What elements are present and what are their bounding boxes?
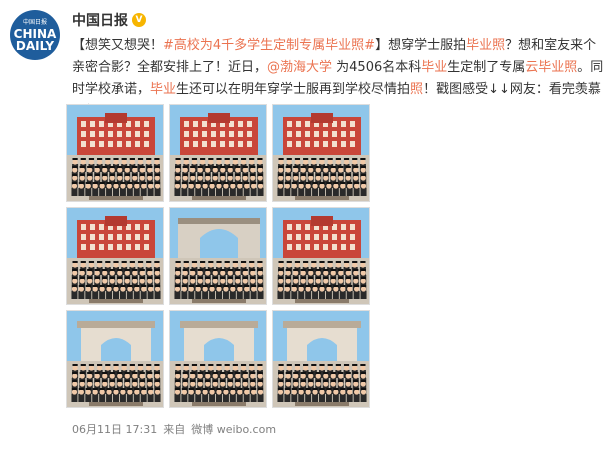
graduation-photo-3[interactable] [272, 104, 370, 202]
photo-illustration [170, 208, 266, 304]
photo-illustration [170, 311, 266, 407]
photo-illustration [273, 311, 369, 407]
graduation-photo-2[interactable] [169, 104, 267, 202]
graduation-photo-5[interactable] [169, 207, 267, 305]
graduation-photo-6[interactable] [272, 207, 370, 305]
keyword-highlight: 毕业照 [466, 38, 506, 53]
graduation-photo-9[interactable] [272, 310, 370, 408]
text-seg: 生还可以在明年穿学士服再到学校尽情拍 [176, 82, 411, 97]
keyword-highlight: 云毕业照 [525, 60, 578, 75]
avatar-logo-daily: DAILY [15, 38, 55, 53]
avatar-logo-china: CHINA [13, 26, 57, 41]
account-name[interactable]: 中国日报 [72, 10, 128, 30]
graduation-photo-7[interactable] [66, 310, 164, 408]
keyword-highlight: 毕业 [150, 82, 177, 97]
graduation-photo-1[interactable] [66, 104, 164, 202]
photo-illustration [67, 105, 163, 201]
mention-link[interactable]: @渤海大学 [267, 60, 332, 75]
china-daily-avatar[interactable]: 中国日报 CHINA DAILY [10, 10, 60, 60]
keyword-highlight: 照 [410, 82, 424, 97]
photo-illustration [170, 105, 266, 201]
text-seg: 生定制了专属 [447, 60, 526, 75]
text-seg: 】想穿学士服拍 [375, 38, 467, 53]
photo-grid [66, 104, 370, 408]
graduation-photo-8[interactable] [169, 310, 267, 408]
keyword-highlight: 毕业 [421, 60, 448, 75]
hashtag-link[interactable]: #高校为4千多学生定制专属毕业照# [163, 38, 375, 53]
post-header: 中国日报 V [72, 10, 146, 30]
graduation-photo-4[interactable] [66, 207, 164, 305]
post-footer: 06月11日 17:31 来自 微博 weibo.com [72, 421, 282, 437]
text-seg: 【想笑又想哭！ [72, 38, 164, 53]
source-link[interactable]: 微博 weibo.com [191, 423, 276, 436]
photo-illustration [67, 208, 163, 304]
photo-illustration [273, 105, 369, 201]
text-seg: 为4506名本科 [332, 60, 422, 75]
avatar-logo-top: 中国日报 [22, 18, 47, 26]
photo-illustration [273, 208, 369, 304]
post-date[interactable]: 06月11日 17:31 [72, 423, 157, 436]
source-prefix: 来自 [163, 423, 186, 436]
verified-v-icon: V [132, 13, 146, 27]
photo-illustration [67, 311, 163, 407]
